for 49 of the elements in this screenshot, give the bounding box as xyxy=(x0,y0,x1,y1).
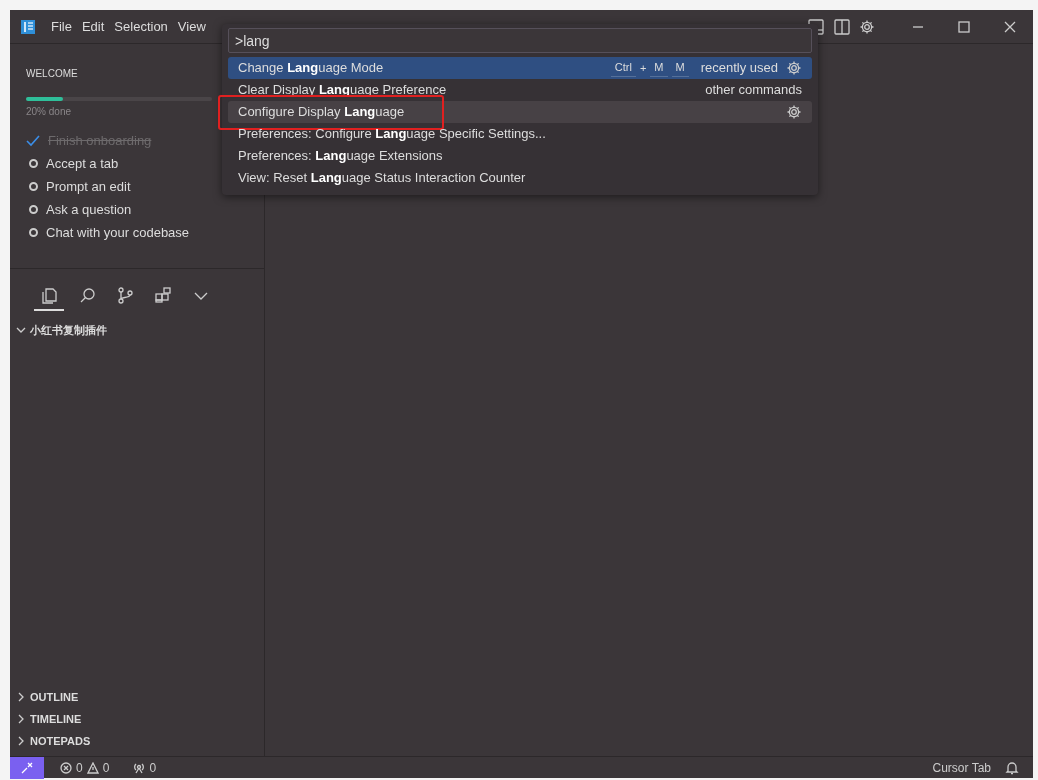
bell-icon[interactable] xyxy=(1005,760,1019,775)
key-separator: + xyxy=(639,60,647,76)
section-header[interactable]: NOTEPADS xyxy=(10,730,264,752)
maximize-icon xyxy=(958,20,970,33)
checklist-item[interactable]: Accept a tab xyxy=(46,153,119,174)
command-item[interactable]: Preferences: Configure Language Specific Settings... xyxy=(228,123,812,145)
split-layout-icon[interactable] xyxy=(833,17,851,36)
command-item[interactable]: Configure Display Language xyxy=(228,101,812,123)
remote-button[interactable] xyxy=(10,756,44,779)
error-count: 0 xyxy=(76,759,83,777)
port-count: 0 xyxy=(149,759,157,777)
command-input[interactable]: >lang xyxy=(228,28,812,53)
chevron-right-icon xyxy=(16,736,26,746)
warning-count: 0 xyxy=(102,759,110,777)
warning-icon[interactable] xyxy=(86,761,99,774)
command-item[interactable]: Change Language Mode Ctrl + M M recently used xyxy=(228,57,812,79)
error-icon[interactable] xyxy=(60,761,72,774)
broadcast-icon[interactable] xyxy=(133,761,146,774)
group-label: other commands xyxy=(705,81,802,100)
group-label: recently used xyxy=(700,59,778,78)
menu-item[interactable]: View xyxy=(172,16,211,37)
close-icon xyxy=(1004,20,1016,33)
command-item[interactable]: View: Reset Language Status Interaction Counter xyxy=(228,167,812,189)
command-item[interactable]: Preferences: Language Extensions xyxy=(228,145,812,167)
section-header[interactable]: TIMELINE xyxy=(10,708,264,730)
checklist-item[interactable]: Prompt an edit xyxy=(46,176,131,197)
section-header[interactable]: OUTLINE xyxy=(10,686,264,708)
menu-item[interactable]: Edit xyxy=(76,16,110,37)
settings-icon[interactable] xyxy=(786,104,802,120)
chevron-right-icon xyxy=(16,714,26,724)
remote-icon xyxy=(21,761,33,774)
app-logo-icon[interactable] xyxy=(20,18,36,35)
key-label: M xyxy=(650,59,668,77)
search-icon xyxy=(78,286,96,304)
files-icon xyxy=(40,286,58,304)
section-header[interactable]: 小红书复制插件 xyxy=(10,319,264,341)
branch-icon xyxy=(116,286,134,304)
extensions-icon xyxy=(154,286,172,304)
chevron-right-icon xyxy=(16,692,26,702)
checklist-item[interactable]: Ask a question xyxy=(46,199,132,220)
chevron-down-icon xyxy=(16,325,26,335)
menu-item[interactable]: File xyxy=(46,16,77,37)
key-label: M xyxy=(671,59,689,77)
status-item[interactable]: Cursor Tab xyxy=(932,758,991,777)
key-label: Ctrl xyxy=(610,59,636,77)
checklist-item[interactable]: Chat with your codebase xyxy=(46,222,190,243)
menu-item[interactable]: Selection xyxy=(109,16,173,37)
settings-icon[interactable] xyxy=(859,18,875,35)
settings-icon[interactable] xyxy=(786,60,802,76)
